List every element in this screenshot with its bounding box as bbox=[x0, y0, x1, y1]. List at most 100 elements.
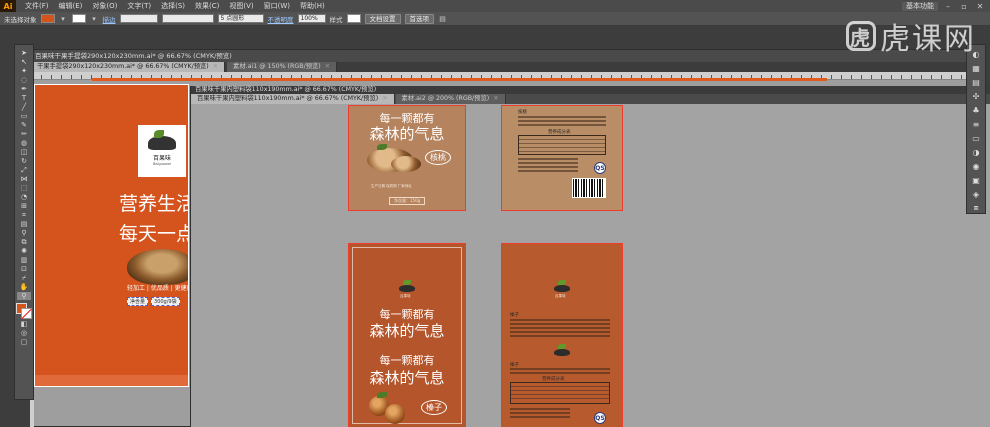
close-icon[interactable]: ✕ bbox=[213, 62, 218, 72]
transparency-panel-icon[interactable]: ◑ bbox=[970, 147, 982, 157]
nutrition-table bbox=[510, 382, 610, 404]
type-tool-icon[interactable]: T bbox=[17, 94, 31, 102]
tab-assets-document[interactable]: 素材.ai1 @ 150% (RGB/预览) ✕ bbox=[227, 62, 338, 72]
menu-effect[interactable]: 效果(C) bbox=[190, 1, 224, 11]
menubar-right: 基本功能 – ▫ ✕ bbox=[902, 0, 986, 12]
stroke-width-field[interactable] bbox=[119, 14, 158, 23]
artboards-panel-icon[interactable]: ⧈ bbox=[970, 203, 982, 213]
variable-width-field[interactable] bbox=[161, 14, 214, 23]
slice-tool-icon[interactable]: ⌿ bbox=[17, 274, 31, 282]
bag-bottom-band bbox=[35, 375, 188, 386]
zoom-tool-icon[interactable]: ⚲ bbox=[17, 292, 31, 300]
close-icon[interactable]: ✕ bbox=[493, 94, 498, 104]
stroke-color-swatch[interactable] bbox=[71, 14, 86, 23]
menu-file[interactable]: 文件(F) bbox=[20, 1, 54, 11]
panel-dock: ◐ ▦ ▤ ✣ ♣ ≡ ▭ ◑ ◉ ▣ ◈ ⧈ bbox=[966, 44, 986, 214]
close-icon[interactable]: ✕ bbox=[325, 62, 330, 72]
eraser-tool-icon[interactable]: ◫ bbox=[17, 148, 31, 156]
appearance-panel-icon[interactable]: ◉ bbox=[970, 161, 982, 171]
brush-definition-field[interactable]: 5 点圆形 bbox=[217, 14, 264, 23]
minimize-icon[interactable]: – bbox=[942, 1, 954, 11]
hazelnut-back-artboard[interactable]: 百果味 榛子 榛子 营养成分表 QS bbox=[501, 243, 623, 427]
eyedropper-tool-icon[interactable]: ⚲ bbox=[17, 229, 31, 237]
menu-window[interactable]: 窗口(W) bbox=[259, 1, 295, 11]
qs-certification-icon: QS bbox=[594, 412, 606, 424]
menu-view[interactable]: 视图(V) bbox=[224, 1, 258, 11]
fill-color-swatch[interactable] bbox=[40, 14, 55, 23]
preferences-button[interactable]: 首选项 bbox=[404, 13, 434, 24]
hazelnut-image bbox=[385, 404, 405, 424]
walnut-back-artboard[interactable]: 核桃 营养成分表 QS bbox=[501, 105, 623, 211]
paintbrush-tool-icon[interactable]: ✎ bbox=[17, 121, 31, 129]
blend-tool-icon[interactable]: ⧉ bbox=[17, 238, 31, 246]
hazelnut-front-artboard[interactable]: 百果味 每一颗都有 森林的气息 每一颗都有 森林的气息 榛子 bbox=[348, 243, 466, 427]
opacity-label-link[interactable]: 不透明度 bbox=[268, 14, 294, 24]
style-swatch[interactable] bbox=[346, 14, 361, 23]
color-mode-icon[interactable]: ◧ bbox=[17, 320, 31, 328]
width-tool-icon[interactable]: ⋈ bbox=[17, 175, 31, 183]
free-transform-tool-icon[interactable]: ⬚ bbox=[17, 184, 31, 192]
close-icon[interactable]: ✕ bbox=[382, 94, 387, 104]
menu-help[interactable]: 帮助(H) bbox=[295, 1, 330, 11]
selection-tool-icon[interactable]: ➤ bbox=[17, 49, 31, 57]
chevron-down-icon[interactable]: ▾ bbox=[59, 14, 68, 23]
symbols-panel-icon[interactable]: ♣ bbox=[970, 105, 982, 115]
stroke-label-link[interactable]: 描边 bbox=[103, 14, 116, 24]
bag-artboard[interactable]: 百果味 Baiguowei 营养生活 每天一点干 轻加工 | 优品质 | 更健康… bbox=[34, 84, 189, 387]
brand-logo-name: 百果味 bbox=[152, 155, 171, 162]
slogan-line-2-duplicate: 森林的气息 bbox=[369, 369, 445, 387]
color-guide-icon[interactable]: ▦ bbox=[970, 63, 982, 73]
tab-pouch-document[interactable]: 百果味干果内塑料袋110x190mm.ai* @ 66.67% (CMYK/预览… bbox=[191, 94, 395, 104]
lasso-tool-icon[interactable]: ◌ bbox=[17, 76, 31, 84]
rotate-tool-icon[interactable]: ↻ bbox=[17, 157, 31, 165]
stroke-swatch[interactable] bbox=[21, 308, 32, 319]
column-graph-tool-icon[interactable]: ▥ bbox=[17, 256, 31, 264]
pencil-tool-icon[interactable]: ✏ bbox=[17, 130, 31, 138]
blob-brush-tool-icon[interactable]: ◍ bbox=[17, 139, 31, 147]
brushes-panel-icon[interactable]: ✣ bbox=[970, 91, 982, 101]
symbol-sprayer-tool-icon[interactable]: ✺ bbox=[17, 247, 31, 255]
hand-tool-icon[interactable]: ✋ bbox=[17, 283, 31, 291]
draw-mode-icon[interactable]: ◎ bbox=[17, 329, 31, 337]
restore-icon[interactable]: ▫ bbox=[958, 1, 970, 11]
direct-selection-tool-icon[interactable]: ↖ bbox=[17, 58, 31, 66]
layers-panel-icon[interactable]: ◈ bbox=[970, 189, 982, 199]
net-content-tag[interactable]: 净含量 bbox=[127, 297, 149, 306]
graphic-styles-icon[interactable]: ▣ bbox=[970, 175, 982, 185]
bag-slogan-2: 每天一点干 bbox=[119, 223, 188, 245]
magic-wand-tool-icon[interactable]: ✦ bbox=[17, 67, 31, 75]
stroke-panel-icon[interactable]: ≡ bbox=[970, 119, 982, 129]
document-setup-button[interactable]: 文档设置 bbox=[364, 13, 401, 24]
menu-edit[interactable]: 编辑(E) bbox=[54, 1, 88, 11]
weight-tag[interactable]: 300g/9袋 bbox=[151, 297, 180, 306]
perspective-grid-tool-icon[interactable]: ⊞ bbox=[17, 202, 31, 210]
close-icon[interactable]: ✕ bbox=[974, 1, 986, 11]
color-panel-icon[interactable]: ◐ bbox=[970, 49, 982, 59]
menu-type[interactable]: 文字(T) bbox=[122, 1, 156, 11]
tab-assets-document[interactable]: 素材.ai2 @ 200% (RGB/预览) ✕ bbox=[395, 94, 506, 104]
net-content-badge: 净含量：150g bbox=[389, 197, 426, 205]
menu-object[interactable]: 对象(O) bbox=[87, 1, 122, 11]
menu-select[interactable]: 选择(S) bbox=[156, 1, 190, 11]
chevron-down-icon[interactable]: ▾ bbox=[90, 14, 99, 23]
rectangle-tool-icon[interactable]: ▭ bbox=[17, 112, 31, 120]
tab-bag-document[interactable]: 干果手提袋290x120x230mm.ai* @ 66.67% (CMYK/预览… bbox=[31, 62, 226, 72]
scale-tool-icon[interactable]: ⤢ bbox=[17, 166, 31, 174]
gradient-tool-icon[interactable]: ▤ bbox=[17, 220, 31, 228]
workspace-switcher[interactable]: 基本功能 bbox=[902, 1, 938, 11]
fill-stroke-swatches[interactable] bbox=[16, 303, 32, 319]
line-tool-icon[interactable]: ╱ bbox=[17, 103, 31, 111]
opacity-field[interactable]: 100% bbox=[297, 14, 326, 23]
artboard-tool-icon[interactable]: ⊡ bbox=[17, 265, 31, 273]
screen-mode-icon[interactable]: ▢ bbox=[17, 338, 31, 346]
product-meta: 生产日期 保质期 厂家地址 bbox=[371, 184, 412, 188]
pen-tool-icon[interactable]: ✒ bbox=[17, 85, 31, 93]
ingredient-lines bbox=[510, 319, 610, 339]
walnut-image bbox=[391, 156, 421, 172]
swatches-panel-icon[interactable]: ▤ bbox=[970, 77, 982, 87]
mesh-tool-icon[interactable]: ⌗ bbox=[17, 211, 31, 219]
shape-builder-tool-icon[interactable]: ◔ bbox=[17, 193, 31, 201]
gradient-panel-icon[interactable]: ▭ bbox=[970, 133, 982, 143]
arrange-icon[interactable]: ▤ bbox=[438, 14, 447, 23]
walnut-front-artboard[interactable]: 每一颗都有 森林的气息 核桃 生产日期 保质期 厂家地址 净含量：150g bbox=[348, 105, 466, 211]
